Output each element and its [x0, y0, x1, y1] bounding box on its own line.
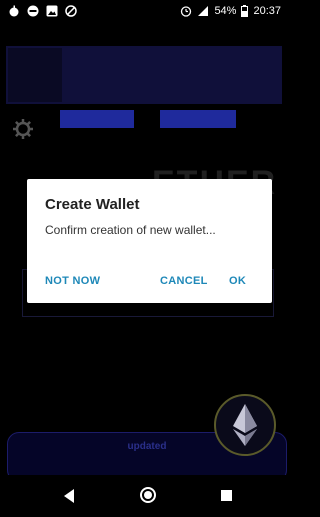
not-now-button[interactable]: NOT NOW [45, 275, 100, 287]
back-icon[interactable] [64, 489, 74, 503]
ethereum-logo-button[interactable] [214, 394, 276, 456]
signal-icon [198, 6, 209, 16]
blocked-icon [65, 5, 77, 17]
header-avatar [8, 48, 62, 102]
tab-button-1[interactable] [60, 110, 134, 128]
battery-icon [241, 5, 249, 17]
dialog-message: Confirm creation of new wallet... [45, 223, 216, 237]
home-icon[interactable] [140, 487, 156, 503]
header-panel [6, 46, 282, 104]
ok-button[interactable]: OK [229, 275, 246, 287]
alarm-icon [181, 6, 192, 17]
dialog-title: Create Wallet [45, 196, 140, 213]
cancel-button[interactable]: CANCEL [160, 275, 208, 287]
notification-icons [8, 5, 77, 17]
system-indicators: 54% 20:37 [180, 5, 281, 17]
ethereum-icon [233, 404, 257, 446]
do-not-disturb-icon [27, 5, 39, 17]
battery-percent: 54% [214, 5, 237, 17]
gear-icon[interactable] [12, 118, 34, 140]
clock: 20:37 [253, 5, 281, 17]
navigation-bar [0, 475, 287, 517]
recent-apps-icon[interactable] [221, 490, 232, 501]
tab-button-2[interactable] [160, 110, 236, 128]
status-bar: 54% 20:37 [0, 0, 287, 24]
image-icon [46, 5, 58, 17]
create-wallet-dialog: Create Wallet Confirm creation of new wa… [27, 179, 272, 303]
apple-icon [9, 5, 19, 17]
